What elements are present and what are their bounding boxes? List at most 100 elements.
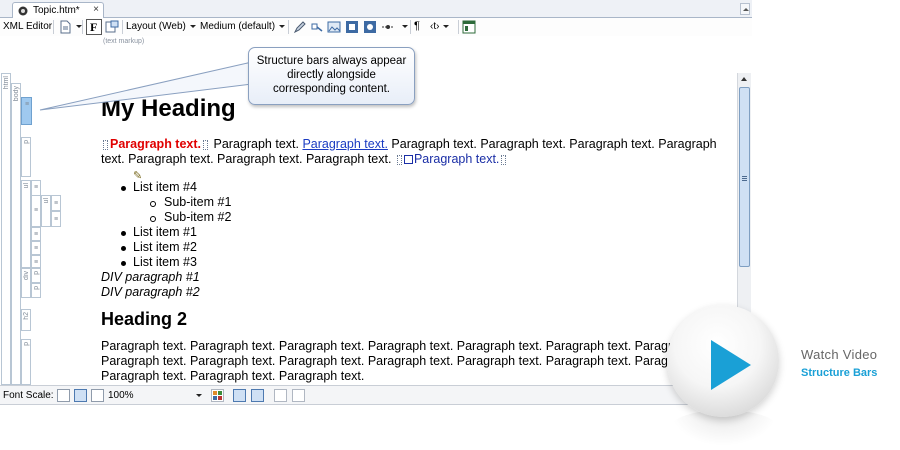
paragraph-line: Paragraph text. Paragraph text. Paragrap… [101,339,737,353]
variable-button[interactable] [362,19,378,35]
document-canvas[interactable]: My Heading Paragraph text. Paragraph tex… [93,73,737,385]
snippet-icon [346,21,358,33]
structure-bar-li[interactable]: ≡ [31,227,41,241]
preview-button[interactable] [461,19,477,35]
chevron-down-icon[interactable] [196,394,202,397]
tab-topic[interactable]: Topic.htm* × [12,2,104,19]
structure-bar-ul-nested[interactable]: ul [41,195,51,227]
pen-tool-button[interactable] [292,19,308,35]
structure-bar-label: div [23,271,30,280]
image-button[interactable] [326,19,342,35]
emphasized-text: Paragraph text. [110,137,202,151]
text-markup-button[interactable] [104,19,120,35]
structure-bar-li[interactable]: ≡ [51,195,61,211]
inline-tag-marker [396,154,402,165]
layout-dropdown[interactable]: Layout (Web) [126,21,196,32]
status-bar: Font Scale: 100% [0,385,752,405]
bold-toggle-button[interactable]: F [86,19,102,35]
structure-bars-toggle[interactable] [233,389,246,402]
grip-icon: ≡ [25,101,30,108]
scale-small-button[interactable] [57,389,70,402]
hyperlink[interactable]: Paragraph text. [302,137,387,151]
structure-bar-p[interactable]: p [31,268,41,283]
structure-bar-li[interactable]: ≡ [31,180,41,196]
snippet-button[interactable] [344,19,360,35]
structure-bar-html[interactable]: html [1,73,11,385]
link-button[interactable] [309,19,325,35]
tab-label: Topic.htm* [33,5,80,16]
structure-bar-label: p [33,286,40,290]
structure-bar-li[interactable]: ≡ [51,211,61,227]
heading-1[interactable]: My Heading [101,95,236,123]
structure-bar-label: body [13,86,20,102]
toolbar-divider [53,20,54,34]
callout-line: directly alongside [287,69,376,81]
li-icon: ≡ [34,259,39,266]
structure-bar-body[interactable]: body [11,83,21,385]
structure-bar-label: p [23,342,30,346]
vertical-ruler-button[interactable] [292,389,305,402]
structure-bar-h2[interactable]: h2 [21,309,31,331]
scale-medium-button[interactable] [74,389,87,402]
document-icon [18,6,28,16]
structure-bar-li[interactable]: ≡ [31,195,41,227]
paragraph-line: Paragraph text. Paragraph text. Paragrap… [101,354,737,368]
structure-bar-h1-selected[interactable]: ≡ [21,97,32,125]
show-tags-dropdown[interactable]: ‹t› [430,21,450,32]
structure-bar-li[interactable]: ≡ [31,255,41,268]
scroll-up-button[interactable] [739,74,750,85]
page-icon [60,20,71,34]
list-sub-item[interactable]: Sub-item #1 [101,195,231,210]
structure-bar-p[interactable]: p [21,339,31,385]
preview-icon [462,20,476,34]
close-icon[interactable]: × [93,4,99,15]
structure-bar-label: html [3,76,10,90]
markup-icon [105,20,119,33]
cross-reference-icon [382,25,394,29]
watch-video-title[interactable]: Watch Video [801,347,877,362]
paragraph-2[interactable]: Paragraph text. Paragraph text. Paragrap… [101,339,737,384]
chevron-down-icon[interactable] [402,25,408,28]
li-icon: ≡ [54,216,59,223]
toolbar-divider [122,20,123,34]
list-item[interactable]: List item #4 [101,180,231,195]
scroll-thumb[interactable] [739,87,750,267]
pen-icon [293,21,306,34]
structure-view-toggle[interactable] [251,389,264,402]
structure-bar-ul[interactable]: ul [21,180,31,268]
structure-bar-p[interactable]: p [21,137,31,177]
structure-bars: html body ≡ p ul ≡ ≡ ul ≡ ≡ ≡ ≡ ≡ div p … [0,73,92,385]
cross-reference-icon [403,155,413,165]
medium-dropdown[interactable]: Medium (default) [200,21,286,32]
list-item[interactable]: List item #1 [101,225,231,240]
div-paragraph[interactable]: DIV paragraph #2 [101,285,231,300]
watch-video-subtitle[interactable]: Structure Bars [801,367,877,379]
inline-tag-marker [203,139,209,150]
tab-scroll-button[interactable] [740,3,750,15]
zoom-value[interactable]: 100% [108,390,134,401]
structure-bar-label: p [33,271,40,275]
bullet-list[interactable]: List item #4 Sub-item #1 Sub-item #2 List i… [101,180,231,300]
play-icon[interactable] [711,340,751,390]
cross-reference-button[interactable] [380,19,396,35]
structure-bar-label: h2 [23,312,30,320]
grid-view-button[interactable] [211,389,224,402]
layout-value: Layout (Web) [126,21,186,32]
show-marks-button[interactable]: ¶ [414,20,420,32]
ruler-button[interactable] [274,389,287,402]
cross-reference-text[interactable]: Paragraph text. [414,152,499,166]
list-item[interactable]: List item #2 [101,240,231,255]
scale-large-button[interactable] [91,389,104,402]
structure-bar-p[interactable]: p [31,283,41,298]
div-paragraph[interactable]: DIV paragraph #1 [101,270,231,285]
structure-bar-li[interactable]: ≡ [31,241,41,255]
toolbar-divider [458,20,459,34]
list-sub-item[interactable]: Sub-item #2 [101,210,231,225]
structure-bar-div[interactable]: div [21,268,31,298]
variable-icon [364,21,376,33]
list-item[interactable]: List item #3 [101,255,231,270]
heading-2[interactable]: Heading 2 [101,309,187,330]
paragraph-1[interactable]: Paragraph text. Paragraph text. Paragrap… [101,137,731,167]
new-document-button[interactable] [57,19,73,35]
grip-icon [742,176,747,177]
